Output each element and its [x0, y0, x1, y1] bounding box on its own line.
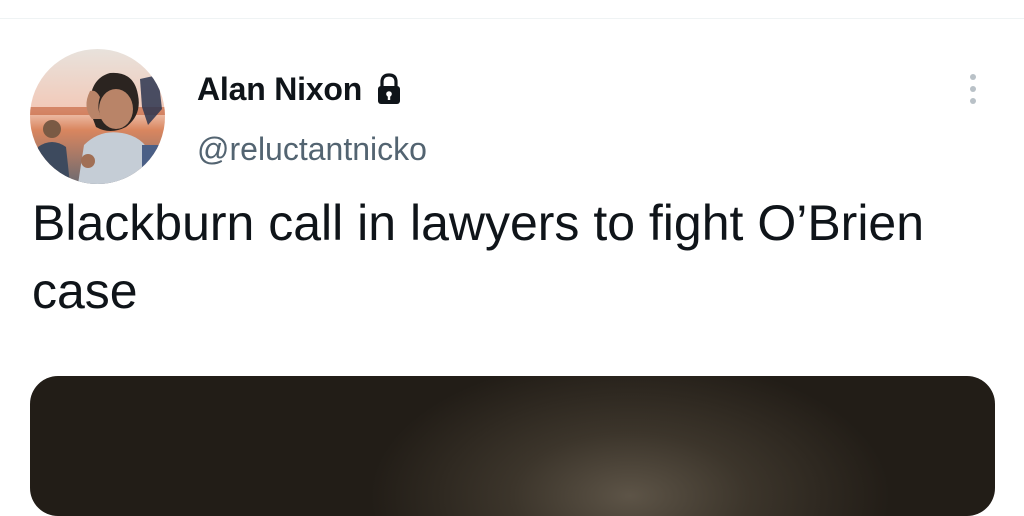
lock-icon [376, 73, 402, 105]
avatar-photo [30, 49, 165, 184]
tweet-text: Blackburn call in lawyers to fight O’Bri… [32, 195, 925, 319]
tweet[interactable]: Alan Nixon @reluctantnicko Blackburn cal… [0, 19, 1024, 516]
author-handle[interactable]: @reluctantnicko [197, 129, 427, 169]
author-name[interactable]: Alan Nixon [197, 69, 362, 109]
more-vertical-icon-dot [970, 86, 976, 92]
author-name-row[interactable]: Alan Nixon [197, 69, 402, 109]
more-options-button[interactable] [953, 67, 993, 111]
more-vertical-icon [970, 74, 976, 80]
avatar[interactable] [30, 49, 165, 184]
tweet-media-photo[interactable] [30, 376, 995, 516]
more-vertical-icon-dot [970, 98, 976, 104]
